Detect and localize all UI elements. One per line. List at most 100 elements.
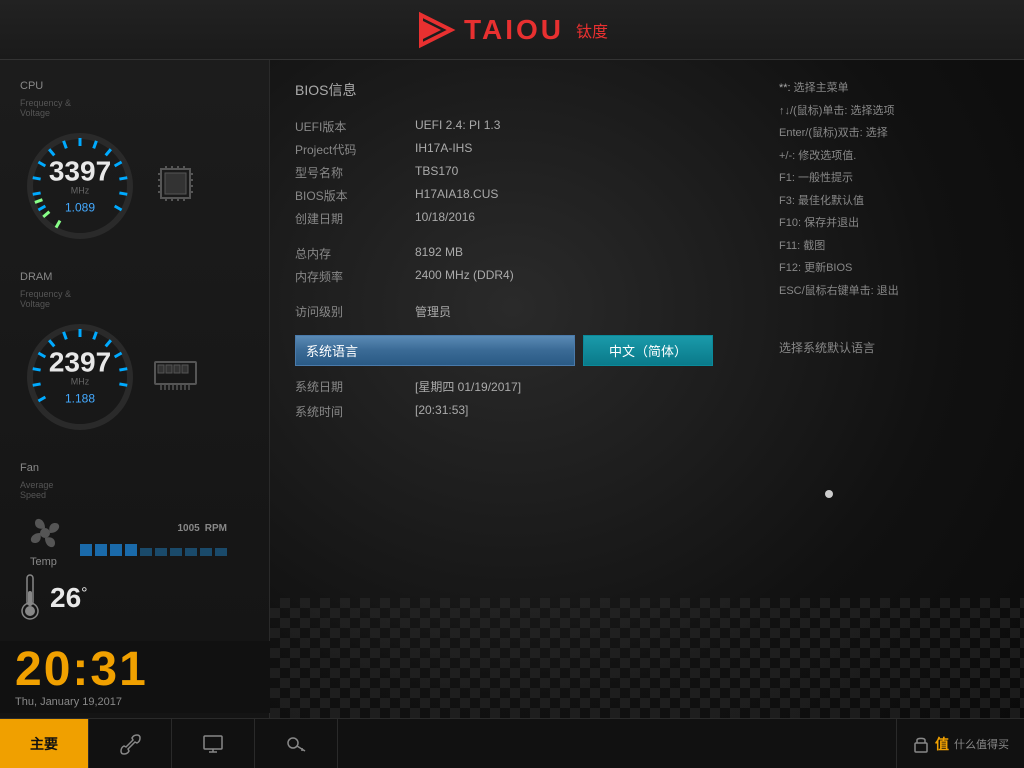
dt-key-date: 系统日期 [295,378,415,395]
bios-row-mem: 总内存 8192 MB [295,242,759,265]
bios-val-mem: 8192 MB [415,245,463,262]
temp-row: 26 ° [20,573,88,623]
fan-bar-7 [170,548,182,556]
fan-gauge-container: 1005 RPM [10,508,259,563]
fan-bar-2 [95,544,107,556]
temp-section: Temp 26 ° [20,556,88,623]
bios-row-model: 型号名称 TBS170 [295,161,759,184]
fan-bar-6 [155,548,167,556]
lock-icon [912,735,930,753]
logo-text: TAIOU [464,14,564,46]
bios-val-memfreq: 2400 MHz (DDR4) [415,268,514,285]
bios-key-date: 创建日期 [295,210,415,227]
cpu-unit: MHz [49,186,111,196]
bios-row-access: 访问级别 管理员 [295,300,759,323]
nav-tab-main[interactable]: 主要 [0,719,89,768]
bios-key-biosver: BIOS版本 [295,187,415,204]
help-item-esc: ESC/鼠标右键单击: 退出 [779,283,999,300]
help-item-f12: F12: 更新BIOS [779,260,999,277]
dram-freq: 2397 [49,349,111,377]
thermometer-icon [20,573,40,623]
time-display: 20:31 Thu, January 19,2017 [0,641,270,713]
dram-gauge: 2397 MHz 1.188 [20,317,140,437]
fan-bars [80,540,227,556]
fan-value: 1005 RPM [80,515,227,536]
time-date: Thu, January 19,2017 [15,696,255,708]
nav-tab-settings[interactable] [89,719,172,768]
dram-value: 2397 MHz 1.188 [49,349,111,406]
lang-desc: 选择系统默认语言 [779,339,999,356]
temp-unit: ° [81,585,87,603]
cpu-icon [150,161,200,211]
bios-panel: BIOS信息 UEFI版本 UEFI 2.4: PI 1.3 Project代码… [295,80,759,698]
fan-section: Fan AverageSpeed 1005 RPM [10,462,259,563]
cpu-value: 3397 MHz 1.089 [49,158,111,215]
bios-title: BIOS信息 [295,80,759,100]
dram-unit: MHz [49,377,111,387]
fan-icon [20,508,70,563]
help-item-1: **: 选择主菜单 [779,80,999,97]
logo-icon [416,10,456,50]
bottom-nav-bar: 主要 值 什么值得买 [0,718,1024,768]
dram-gauge-container: 2397 MHz 1.188 [10,317,259,437]
help-item-4: +/-: 修改选项值. [779,148,999,165]
bios-key-project: Project代码 [295,141,415,158]
bios-key-mem: 总内存 [295,245,415,262]
help-item-2: ↑↓/(鼠标)单击: 选择选项 [779,103,999,120]
bios-val-biosver: H17AIA18.CUS [415,187,498,204]
bios-row-uefi: UEFI版本 UEFI 2.4: PI 1.3 [295,115,759,138]
main-content: BIOS信息 UEFI版本 UEFI 2.4: PI 1.3 Project代码… [270,60,1024,718]
dt-row-date: 系统日期 [星期四 01/19/2017] [295,374,759,399]
temp-value: 26 [50,584,81,612]
lang-key-box[interactable]: 系统语言 [295,335,575,366]
temp-label: Temp [20,556,88,568]
wrench-icon [119,733,141,755]
lang-row[interactable]: 系统语言 中文（简体） [295,335,759,366]
sidebar: CPU Frequency &Voltage [0,60,270,718]
key-icon [285,733,307,755]
dram-icon [150,357,200,397]
bios-spacer-1 [295,230,759,242]
fan-bar-1 [80,544,92,556]
bios-val-uefi: UEFI 2.4: PI 1.3 [415,118,500,135]
logo-cn: 钛度 [576,18,608,42]
dt-row-time: 系统时间 [20:31:53] [295,399,759,424]
cpu-gauge: 3397 MHz 1.089 [20,126,140,246]
bios-row-date: 创建日期 10/18/2016 [295,207,759,230]
dram-section: DRAM Frequency &Voltage [10,271,259,437]
cpu-label: CPU [10,80,43,92]
monitor-icon [202,733,224,755]
nav-tab-tools[interactable] [255,719,338,768]
brand-value-icon: 值 [935,734,949,754]
brand-right: 值 什么值得买 [896,719,1024,768]
bios-key-access: 访问级别 [295,303,415,320]
fan-bar-4 [125,544,137,556]
help-item-f1: F1: 一般性提示 [779,170,999,187]
cpu-sublabel: Frequency &Voltage [10,98,259,118]
bios-key-model: 型号名称 [295,164,415,181]
fan-bar-8 [185,548,197,556]
bios-val-date: 10/18/2016 [415,210,475,227]
nav-tab-display[interactable] [172,719,255,768]
lang-val-box[interactable]: 中文（简体） [583,335,713,366]
bios-key-memfreq: 内存频率 [295,268,415,285]
time-clock: 20:31 [15,646,255,694]
fan-bar-5 [140,548,152,556]
bios-key-uefi: UEFI版本 [295,118,415,135]
help-item-f11: F11: 截图 [779,238,999,255]
fan-bar-3 [110,544,122,556]
fan-label: Fan [10,462,39,474]
cpu-freq: 3397 [49,158,111,186]
help-item-3: Enter/(鼠标)双击: 选择 [779,125,999,142]
dram-voltage: 1.188 [49,392,111,406]
help-item-f3: F3: 最佳化默认值 [779,193,999,210]
dram-sublabel: Frequency &Voltage [10,289,259,309]
bios-table: UEFI版本 UEFI 2.4: PI 1.3 Project代码 IH17A-… [295,115,759,323]
dt-val-date: [星期四 01/19/2017] [415,378,521,395]
bios-val-model: TBS170 [415,164,458,181]
fan-sublabel: AverageSpeed [10,480,259,500]
help-item-f10: F10: 保存并退出 [779,215,999,232]
bios-row-memfreq: 内存频率 2400 MHz (DDR4) [295,265,759,288]
bios-val-access: 管理员 [415,303,451,320]
cpu-section: CPU Frequency &Voltage [10,80,259,246]
